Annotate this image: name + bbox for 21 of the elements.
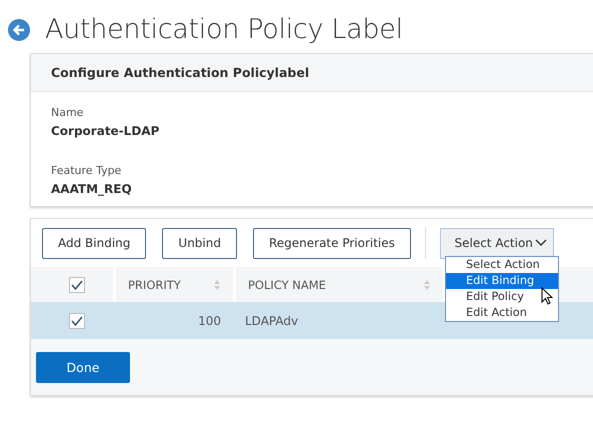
chevron-icon [534, 239, 547, 247]
select-all-checkbox[interactable] [69, 276, 85, 292]
cursor-icon [541, 287, 553, 305]
field-value: Corporate-LDAP [51, 124, 160, 138]
toolbar-button[interactable]: Unbind [162, 228, 237, 258]
table-cell: LDAPAdv [245, 314, 298, 328]
field-label: Name [51, 106, 84, 119]
toolbar-button[interactable]: Add Binding [42, 228, 146, 258]
card-title: Configure Authentication Policylabel [31, 54, 593, 92]
column-header: POLICY NAME [248, 278, 326, 292]
back-icon[interactable] [8, 18, 30, 40]
column-header: PRIORITY [128, 278, 181, 292]
field-value: AAATM_REQ [51, 182, 133, 196]
menu-option[interactable]: Edit Binding [446, 273, 558, 289]
page-title: Authentication Policy Label [45, 14, 403, 45]
toolbar-button[interactable]: Regenerate Priorities [252, 228, 411, 258]
field-label: Feature Type [51, 164, 122, 177]
table-cell: 100 [198, 314, 221, 328]
row-checkbox[interactable] [69, 312, 85, 328]
done-button[interactable]: Done [36, 352, 130, 383]
action-select[interactable]: Select Action [440, 228, 554, 258]
